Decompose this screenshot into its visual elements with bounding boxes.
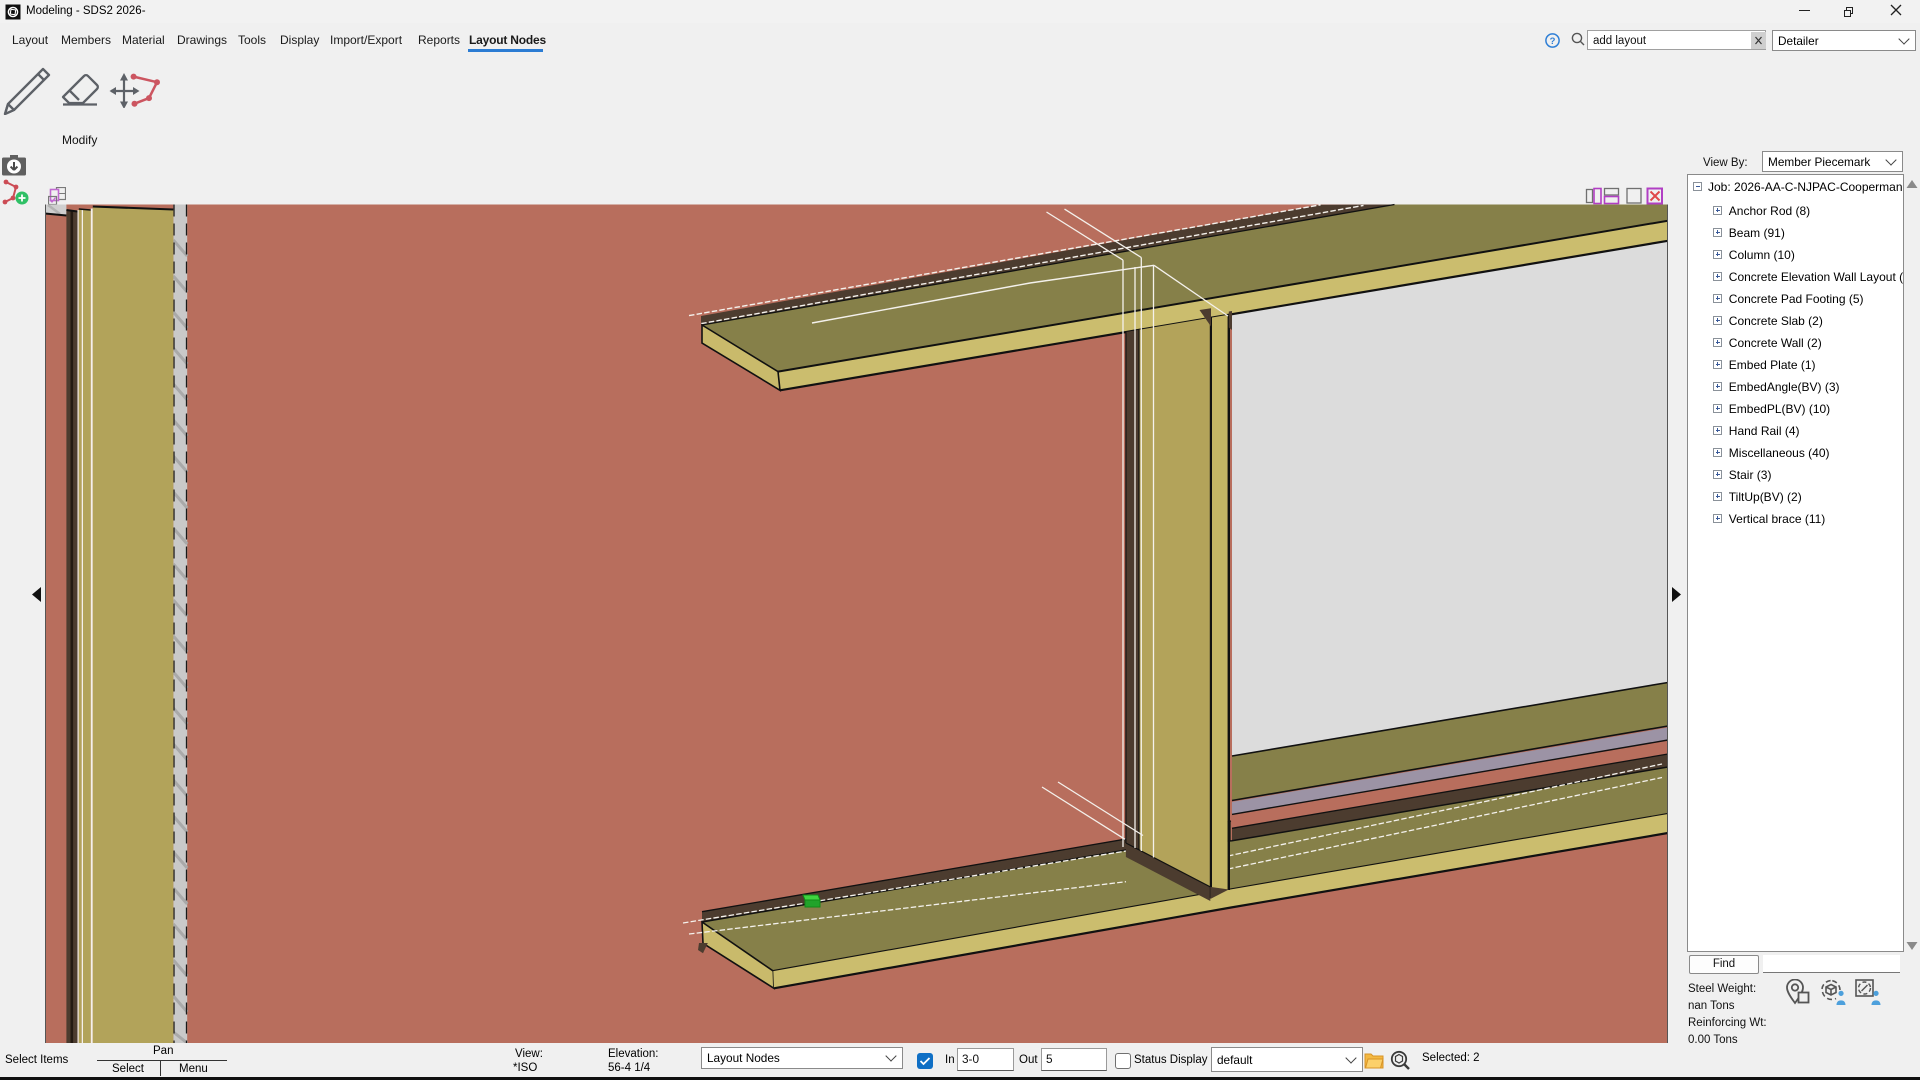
svg-text:?: ? xyxy=(1550,36,1556,47)
